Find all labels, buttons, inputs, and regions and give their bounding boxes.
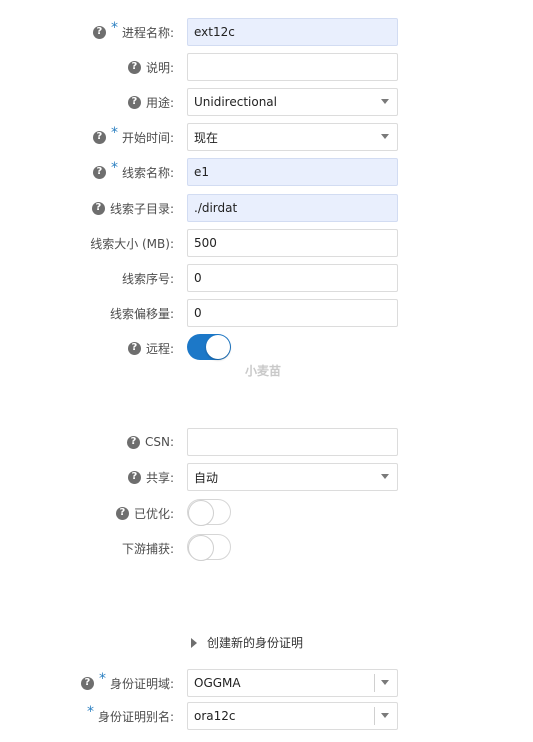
credential-alias-row: * 身份证明别名: ora12c [0,702,533,730]
downstream-capture-row: 下游捕获: [0,534,533,562]
create-credential-disclosure[interactable]: 创建新的身份证明 [191,634,303,651]
trail-size-input[interactable]: 500 [187,229,398,257]
csn-input[interactable] [187,428,398,456]
purpose-value: Unidirectional [194,95,277,109]
optimized-label: 已优化: [133,506,174,521]
process-name-value: ext12c [194,25,235,39]
trail-size-label: 线索大小 (MB): [90,236,174,251]
start-time-value: 现在 [194,130,219,145]
credential-alias-value: ora12c [194,709,236,723]
credential-alias-label: 身份证明别名: [97,709,174,724]
trail-name-input[interactable]: e1 [187,158,398,186]
remote-row: ? 远程: [0,334,533,362]
watermark: 小麦苗 [245,364,282,378]
trail-size-row: 线索大小 (MB): 500 [0,229,533,257]
remote-toggle[interactable] [187,334,231,360]
optimized-row: ? 已优化: [0,499,533,527]
required-marker: * [110,20,118,36]
start-time-select[interactable]: 现在 [187,123,398,151]
start-time-label: 开始时间: [121,130,174,145]
toggle-knob [188,535,214,561]
trail-sequence-value: 0 [194,271,202,285]
csn-label: CSN: [144,435,174,449]
required-marker: * [110,125,118,141]
toggle-knob [188,500,214,526]
remote-label: 远程: [145,341,174,356]
help-icon[interactable]: ? [127,95,141,109]
purpose-select[interactable]: Unidirectional [187,88,398,116]
help-icon[interactable]: ? [92,25,106,39]
downstream-capture-toggle[interactable] [187,534,231,561]
chevron-down-icon[interactable] [381,680,389,685]
description-row: ? 说明: [0,53,533,81]
help-icon[interactable]: ? [92,165,106,179]
trail-name-row: ? * 线索名称: e1 [0,158,533,186]
required-marker: * [86,704,94,720]
share-value: 自动 [194,470,219,485]
purpose-label: 用途: [145,95,174,110]
trail-name-value: e1 [194,165,210,179]
share-label: 共享: [145,470,174,485]
chevron-down-icon [381,474,389,479]
process-name-label: 进程名称: [121,25,174,40]
credential-domain-label: 身份证明域: [109,676,174,691]
combo-divider [374,707,375,725]
trail-sequence-label: 线索序号: [121,271,174,286]
trail-name-label: 线索名称: [121,165,174,180]
help-icon[interactable]: ? [127,341,141,355]
help-icon[interactable]: ? [92,130,106,144]
help-icon[interactable]: ? [80,676,94,690]
required-marker: * [110,160,118,176]
process-name-row: ? * 进程名称: ext12c [0,18,533,46]
trail-offset-row: 线索偏移量: 0 [0,299,533,327]
combo-divider [374,674,375,692]
credential-domain-value: OGGMA [194,676,241,690]
trail-sequence-input[interactable]: 0 [187,264,398,292]
trail-offset-value: 0 [194,306,202,320]
trail-subdir-label: 线索子目录: [109,201,174,216]
toggle-knob [206,335,230,359]
csn-row: ? CSN: [0,428,533,456]
help-icon[interactable]: ? [115,506,129,520]
trail-sequence-row: 线索序号: 0 [0,264,533,292]
trail-subdir-value: ./dirdat [194,201,238,215]
trail-subdir-row: ? 线索子目录: ./dirdat [0,194,533,222]
description-label: 说明: [145,60,174,75]
credential-alias-combo[interactable]: ora12c [187,702,398,730]
downstream-capture-label: 下游捕获: [121,541,174,556]
share-row: ? 共享: 自动 [0,463,533,491]
share-select[interactable]: 自动 [187,463,398,491]
help-icon[interactable]: ? [127,60,141,74]
process-name-input[interactable]: ext12c [187,18,398,46]
optimized-toggle[interactable] [187,499,231,526]
help-icon[interactable]: ? [127,470,141,484]
trail-offset-input[interactable]: 0 [187,299,398,327]
trail-offset-label: 线索偏移量: [109,306,174,321]
credential-domain-combo[interactable]: OGGMA [187,669,398,697]
required-marker: * [98,671,106,687]
chevron-down-icon[interactable] [381,713,389,718]
help-icon[interactable]: ? [91,201,105,215]
purpose-row: ? 用途: Unidirectional [0,88,533,116]
chevron-right-icon [191,637,197,648]
start-time-row: ? * 开始时间: 现在 [0,123,533,151]
chevron-down-icon [381,134,389,139]
description-input[interactable] [187,53,398,81]
credential-domain-row: ? * 身份证明域: OGGMA [0,669,533,697]
chevron-down-icon [381,99,389,104]
trail-subdir-input[interactable]: ./dirdat [187,194,398,222]
trail-size-value: 500 [194,236,217,250]
help-icon[interactable]: ? [126,435,140,449]
create-credential-label: 创建新的身份证明 [207,636,304,650]
